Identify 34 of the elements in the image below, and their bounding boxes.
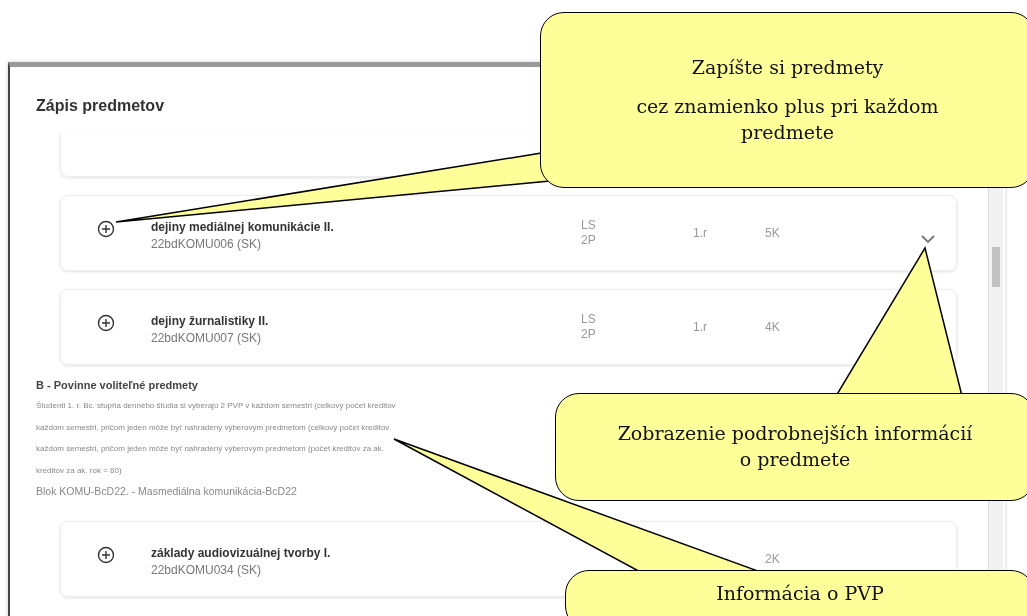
credits-label: 2K: [765, 551, 781, 567]
course-name: dejiny žurnalistiky II.: [151, 313, 270, 328]
callout-text: Zobrazenie podrobnejších informácií o predmete: [616, 421, 974, 472]
credits-label: 5K: [765, 225, 781, 241]
plus-circle-icon: [97, 220, 115, 238]
callout-text: Zapíšte si predmety: [690, 54, 885, 80]
course-code: 22bdKOMU034 (SK): [151, 562, 263, 577]
add-course-button[interactable]: [95, 218, 117, 240]
credits-label: 4K: [765, 319, 781, 335]
course-name: základy audiovizuálnej tvorby I.: [151, 545, 332, 560]
course-code: 22bdKOMU007 (SK): [151, 330, 263, 345]
year-label: 1.r: [693, 319, 708, 335]
semester-label: LS: [581, 218, 597, 233]
section-description: každom semestri, pričom jeden môže byť nahradený výberovým predmetom (celkový počet kreditov: [36, 421, 390, 434]
hours-label: 2P: [581, 327, 597, 342]
chevron-down-icon[interactable]: [920, 234, 936, 244]
scrollbar-thumb[interactable]: [992, 247, 1000, 287]
section-description: kreditov za ak. rok = 60): [36, 464, 122, 477]
hours-label: 2P: [581, 233, 597, 248]
plus-circle-icon: [97, 314, 115, 332]
section-heading: B - Povinne voliteľné predmety: [36, 379, 198, 391]
add-course-button[interactable]: [95, 544, 117, 566]
section-description: Študenti 1. r. Bc. stupňa denného štúdia si vyberajú 2 PVP v každom semestri (celkový počet kreditov: [36, 400, 396, 412]
semester-label: LS: [581, 312, 597, 327]
section-description: každom semestri, pričom jeden môže byť nahradený výberovým predmetom (počet kreditov za ak.: [36, 443, 385, 455]
plus-circle-icon: [97, 546, 115, 564]
callout-text: Informácia o PVP: [715, 581, 885, 607]
block-label: Blok KOMU-BcD22. - Masmediálna komunikácia-BcD22: [36, 485, 297, 497]
callout-text: cez znamienko plus pri každom predmete: [635, 94, 940, 145]
course-name: dejiny mediálnej komunikácie II.: [151, 219, 335, 234]
year-label: 1.r: [693, 225, 708, 241]
add-course-button[interactable]: [95, 312, 117, 334]
dialog-title: Zápis predmetov: [36, 97, 165, 115]
course-code: 22bdKOMU006 (SK): [151, 236, 263, 251]
